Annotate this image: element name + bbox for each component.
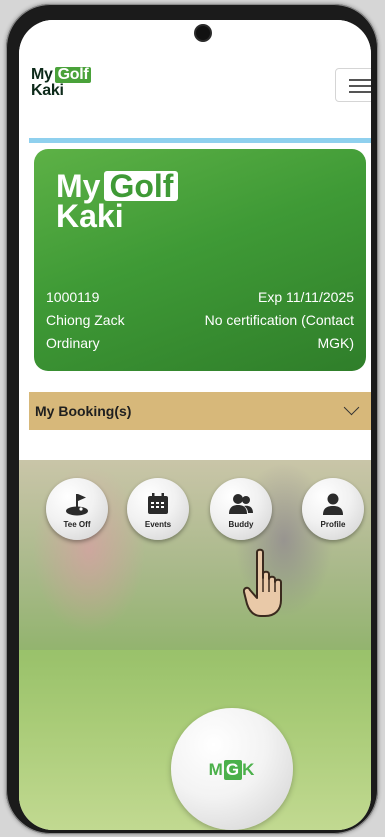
mgk-ball-logo: MGK: [171, 760, 293, 780]
golf-flag-icon: [66, 494, 88, 516]
menu-line-icon: [349, 91, 371, 93]
logo-my: My: [31, 66, 53, 83]
tee-off-label: Tee Off: [63, 520, 91, 529]
mgk-m: M: [208, 760, 224, 779]
phone-frame: My Golf Kaki My Golf Kaki 1000119 Exp 11/1…: [6, 4, 378, 834]
card-logo: My Golf Kaki: [56, 170, 179, 234]
card-logo-kaki: Kaki: [56, 198, 124, 234]
hamburger-menu-button[interactable]: [335, 68, 371, 102]
menu-line-icon: [349, 79, 371, 81]
logo-kaki: Kaki: [31, 82, 64, 99]
buddy-button[interactable]: Buddy: [210, 478, 272, 540]
calendar-icon: [148, 493, 168, 514]
card-expiry: Exp 11/11/2025: [257, 289, 354, 305]
my-bookings-title: My Booking(s): [35, 403, 132, 419]
tee-off-button[interactable]: Tee Off: [46, 478, 108, 540]
certification-status-cont: MGK): [317, 335, 354, 351]
events-button[interactable]: Events: [127, 478, 189, 540]
my-bookings-accordion[interactable]: My Booking(s): [29, 392, 371, 430]
membership-card-area: My Golf Kaki 1000119 Exp 11/11/2025 Chion…: [29, 143, 371, 383]
membership-card[interactable]: My Golf Kaki 1000119 Exp 11/11/2025 Chion…: [34, 149, 366, 371]
logo-golf: Golf: [54, 67, 92, 83]
mgk-golf-ball: MGK: [171, 708, 293, 830]
front-camera: [196, 26, 210, 40]
profile-button[interactable]: Profile: [302, 478, 364, 540]
my-bookings-body: [29, 430, 371, 460]
people-icon: [229, 494, 253, 514]
buddy-label: Buddy: [228, 520, 254, 529]
membership-type: Ordinary: [46, 335, 100, 351]
card-logo-golf: Golf: [104, 170, 179, 202]
mgk-k: K: [242, 760, 256, 779]
events-label: Events: [144, 520, 172, 529]
menu-line-icon: [349, 85, 371, 87]
app-header: My Golf Kaki: [19, 20, 371, 138]
member-id: 1000119: [46, 289, 100, 305]
app-logo[interactable]: My Golf Kaki: [31, 66, 92, 99]
hand-pointer-icon: [243, 548, 282, 617]
profile-label: Profile: [320, 520, 346, 529]
member-name: Chiong Zack: [46, 312, 125, 328]
chevron-down-icon: [343, 399, 360, 416]
mgk-g: G: [223, 760, 243, 780]
app-screen: My Golf Kaki My Golf Kaki 1000119 Exp 11/1…: [19, 20, 371, 830]
person-icon: [323, 493, 343, 515]
certification-status: No certification (Contact: [204, 312, 354, 328]
